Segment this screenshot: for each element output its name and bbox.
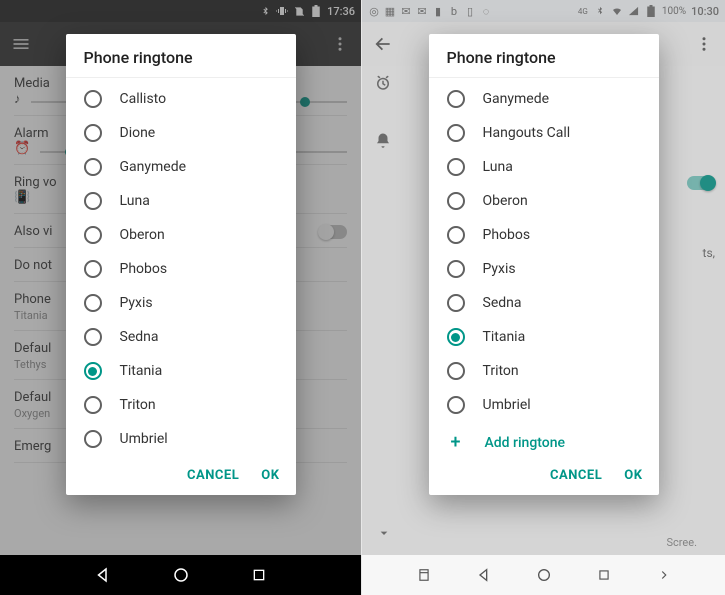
ringtone-option[interactable]: Umbriel (429, 388, 659, 422)
radio-icon (84, 124, 102, 142)
ringtone-option[interactable]: Ganymede (66, 150, 296, 184)
radio-icon (447, 328, 465, 346)
ringtone-option[interactable]: Triton (429, 354, 659, 388)
cancel-button[interactable]: CANCEL (187, 468, 239, 483)
ringtone-option-label: Titania (120, 363, 163, 379)
ringtone-option[interactable]: Dione (66, 116, 296, 150)
ringtone-option-label: Sedna (483, 295, 522, 311)
ringtone-option[interactable]: Phobos (66, 252, 296, 286)
radio-icon (447, 362, 465, 380)
ringtone-option-list: Ganymede Hangouts Call Luna Oberon Phobos Pyx… (429, 78, 659, 426)
ringtone-option[interactable]: Oberon (66, 218, 296, 252)
nav-home-icon[interactable] (171, 565, 191, 585)
phone-left: 17:36 Media ♪ Alarm ⏰ Ring vo (0, 0, 362, 595)
ringtone-option[interactable]: Pyxis (429, 252, 659, 286)
radio-icon (84, 362, 102, 380)
ringtone-option-label: Ganymede (120, 159, 187, 175)
ringtone-option[interactable]: Umbriel (66, 422, 296, 456)
radio-icon (447, 124, 465, 142)
dialog-actions: CANCEL OK (66, 460, 296, 495)
nav-home-icon[interactable] (534, 565, 554, 585)
nav-bar (0, 555, 361, 595)
ringtone-option-label: Sedna (120, 329, 159, 345)
ringtone-option-label: Oberon (483, 193, 528, 209)
ringtone-option-label: Callisto (120, 91, 167, 107)
radio-icon (84, 260, 102, 278)
ringtone-option[interactable]: Oberon (429, 184, 659, 218)
nav-forward-icon[interactable] (654, 565, 674, 585)
ok-button[interactable]: OK (261, 468, 279, 483)
radio-icon (84, 158, 102, 176)
ringtone-option[interactable]: Pyxis (66, 286, 296, 320)
nav-back-icon[interactable] (93, 565, 113, 585)
nav-back-icon[interactable] (474, 565, 494, 585)
phone-right: ◎ ▦ ✉ ✉ ▮ b ▯ ◌ 4G 100% 10:30 (362, 0, 725, 595)
ringtone-option-label: Hangouts Call (483, 125, 571, 141)
plus-icon: + (447, 434, 465, 452)
ringtone-option-label: Ganymede (483, 91, 550, 107)
ringtone-option-label: Pyxis (120, 295, 153, 311)
ringtone-option-label: Luna (483, 159, 513, 175)
radio-icon (84, 192, 102, 210)
ringtone-option-list: Callisto Dione Ganymede Luna Oberon Phobos Pyx… (66, 78, 296, 460)
radio-icon (84, 294, 102, 312)
radio-icon (447, 158, 465, 176)
radio-icon (447, 226, 465, 244)
radio-icon (84, 226, 102, 244)
radio-icon (84, 90, 102, 108)
ringtone-option-label: Oberon (120, 227, 165, 243)
ringtone-option[interactable]: Triton (66, 388, 296, 422)
nav-drawer-icon[interactable] (414, 565, 434, 585)
radio-icon (84, 396, 102, 414)
nav-recents-icon[interactable] (249, 565, 269, 585)
radio-icon (447, 260, 465, 278)
ringtone-option-label: Pyxis (483, 261, 516, 277)
ringtone-option-label: Triton (483, 363, 519, 379)
ok-button[interactable]: OK (624, 468, 642, 483)
nav-recents-icon[interactable] (594, 565, 614, 585)
ringtone-option[interactable]: Callisto (66, 82, 296, 116)
ringtone-option[interactable]: Sedna (429, 286, 659, 320)
radio-icon (447, 294, 465, 312)
ringtone-dialog: Phone ringtone Callisto Dione Ganymede Luna… (66, 34, 296, 495)
ringtone-option-label: Umbriel (483, 397, 531, 413)
nav-bar (362, 555, 725, 595)
ringtone-option-label: Titania (483, 329, 526, 345)
add-ringtone-button[interactable]: + Add ringtone (429, 426, 659, 460)
ringtone-option-label: Luna (120, 193, 150, 209)
radio-icon (84, 430, 102, 448)
dialog-title: Phone ringtone (66, 34, 296, 78)
ringtone-option[interactable]: Hangouts Call (429, 116, 659, 150)
ringtone-option-label: Triton (120, 397, 156, 413)
radio-icon (447, 90, 465, 108)
dialog-actions: CANCEL OK (429, 460, 659, 495)
ringtone-option[interactable]: Ganymede (429, 82, 659, 116)
ringtone-option[interactable]: Luna (66, 184, 296, 218)
radio-icon (447, 396, 465, 414)
ringtone-option-label: Phobos (120, 261, 168, 277)
ringtone-option-label: Dione (120, 125, 156, 141)
ringtone-option[interactable]: Phobos (429, 218, 659, 252)
ringtone-option[interactable]: Titania (429, 320, 659, 354)
ringtone-option[interactable]: Luna (429, 150, 659, 184)
cancel-button[interactable]: CANCEL (550, 468, 602, 483)
ringtone-dialog: Phone ringtone Ganymede Hangouts Call Luna… (429, 34, 659, 495)
add-ringtone-label: Add ringtone (485, 435, 566, 451)
ringtone-option-label: Umbriel (120, 431, 168, 447)
radio-icon (84, 328, 102, 346)
ringtone-option[interactable]: Titania (66, 354, 296, 388)
radio-icon (447, 192, 465, 210)
ringtone-option-label: Phobos (483, 227, 531, 243)
ringtone-option[interactable]: Sedna (66, 320, 296, 354)
dialog-title: Phone ringtone (429, 34, 659, 78)
